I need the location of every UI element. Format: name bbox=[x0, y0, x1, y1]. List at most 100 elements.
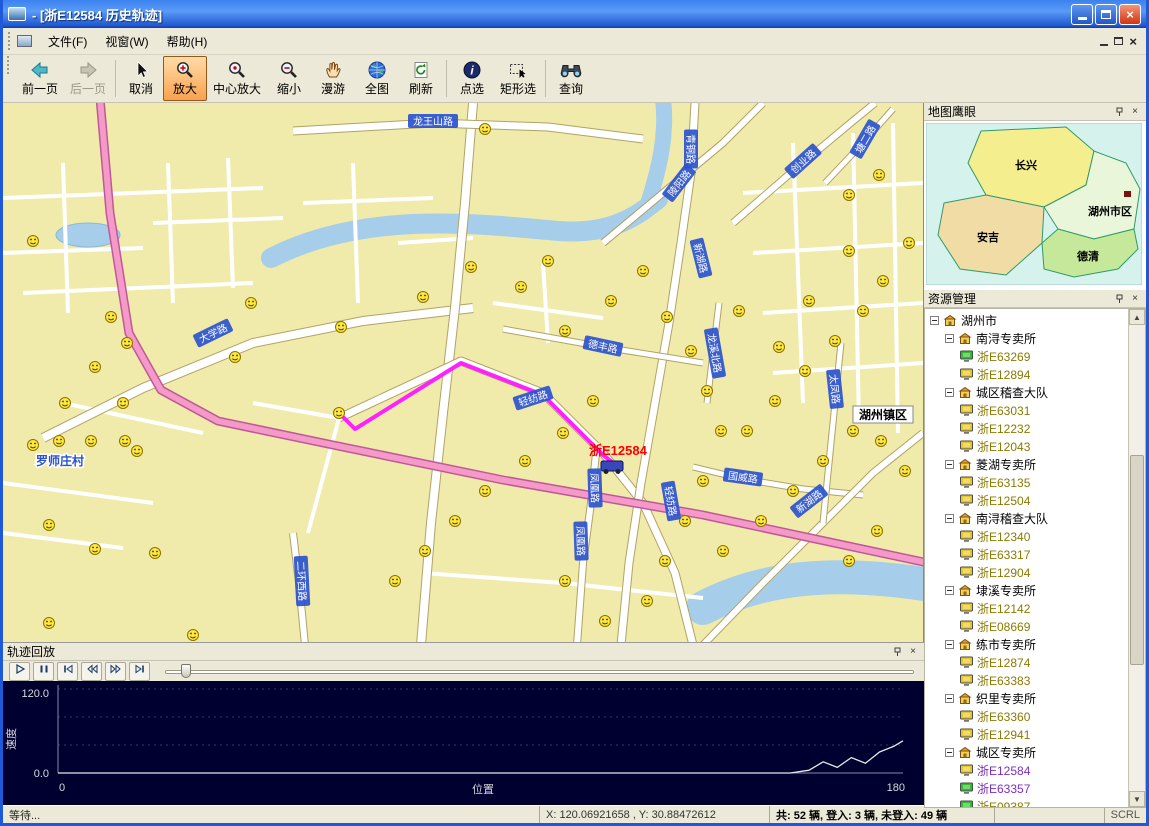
vehicle-marker[interactable] bbox=[466, 262, 477, 273]
tree-collapse-icon[interactable] bbox=[945, 586, 954, 595]
tree-scrollbar[interactable]: ▲ ▼ bbox=[1128, 309, 1145, 807]
tree-group[interactable]: 南浔专卖所 bbox=[927, 329, 1128, 347]
toolbar-button-zoom-center[interactable]: 中心放大 bbox=[207, 56, 267, 101]
menu-file[interactable]: 文件(F) bbox=[39, 29, 96, 54]
vehicle-marker[interactable] bbox=[876, 436, 887, 447]
vehicle-marker[interactable] bbox=[770, 396, 781, 407]
scroll-down-icon[interactable]: ▼ bbox=[1129, 791, 1145, 807]
vehicle-marker[interactable] bbox=[858, 306, 869, 317]
toolbar-button-cancel[interactable]: 取消 bbox=[119, 56, 163, 101]
menubar-grip[interactable] bbox=[8, 32, 12, 50]
tree-vehicle[interactable]: 浙E12142 bbox=[927, 599, 1128, 617]
tree-vehicle[interactable]: 浙E63360 bbox=[927, 707, 1128, 725]
vehicle-marker[interactable] bbox=[516, 282, 527, 293]
vehicle-marker[interactable] bbox=[638, 266, 649, 277]
toolbar-button-refresh[interactable]: 刷新 bbox=[399, 56, 443, 101]
vehicle-marker[interactable] bbox=[844, 556, 855, 567]
tree-root-city[interactable]: 湖州市 bbox=[927, 311, 1128, 329]
vehicle-marker[interactable] bbox=[900, 466, 911, 477]
tree-collapse-icon[interactable] bbox=[945, 460, 954, 469]
vehicle-marker[interactable] bbox=[662, 312, 673, 323]
pin-icon[interactable] bbox=[1112, 105, 1126, 118]
tree-group[interactable]: 城区专卖所 bbox=[927, 743, 1128, 761]
minimize-button[interactable] bbox=[1071, 4, 1093, 25]
tree-vehicle[interactable]: 浙E63269 bbox=[927, 347, 1128, 365]
vehicle-marker[interactable] bbox=[543, 256, 554, 267]
tree-group[interactable]: 南浔稽查大队 bbox=[927, 509, 1128, 527]
pin-icon[interactable] bbox=[890, 645, 904, 658]
tree-group[interactable]: 菱湖专卖所 bbox=[927, 455, 1128, 473]
playback-rewind-button[interactable] bbox=[81, 662, 102, 681]
slider-track[interactable] bbox=[165, 670, 914, 674]
vehicle-marker[interactable] bbox=[28, 440, 39, 451]
tree-vehicle[interactable]: 浙E63357 bbox=[927, 779, 1128, 797]
vehicle-marker[interactable] bbox=[390, 576, 401, 587]
close-icon[interactable]: × bbox=[906, 645, 920, 658]
vehicle-marker[interactable] bbox=[560, 576, 571, 587]
toolbar-button-full-map[interactable]: 全图 bbox=[355, 56, 399, 101]
tree-vehicle[interactable]: 浙E63317 bbox=[927, 545, 1128, 563]
tree-vehicle[interactable]: 浙E12340 bbox=[927, 527, 1128, 545]
tree-vehicle[interactable]: 浙E12504 bbox=[927, 491, 1128, 509]
vehicle-marker[interactable] bbox=[878, 276, 889, 287]
vehicle-marker[interactable] bbox=[480, 486, 491, 497]
vehicle-marker[interactable] bbox=[904, 238, 915, 249]
toolbar-button-query[interactable]: 查询 bbox=[549, 56, 593, 101]
vehicle-marker[interactable] bbox=[830, 336, 841, 347]
vehicle-marker[interactable] bbox=[642, 596, 653, 607]
vehicle-marker[interactable] bbox=[520, 456, 531, 467]
toolbar-button-rect-select[interactable]: 矩形选 bbox=[494, 56, 542, 101]
vehicle-marker[interactable] bbox=[600, 616, 611, 627]
toolbar-grip[interactable] bbox=[7, 56, 11, 74]
vehicle-marker[interactable] bbox=[788, 486, 799, 497]
vehicle-marker[interactable] bbox=[106, 312, 117, 323]
tree-group[interactable]: 埭溪专卖所 bbox=[927, 581, 1128, 599]
vehicle-marker[interactable] bbox=[588, 396, 599, 407]
vehicle-marker[interactable] bbox=[54, 436, 65, 447]
vehicle-marker[interactable] bbox=[122, 338, 133, 349]
vehicle-marker[interactable] bbox=[150, 548, 161, 559]
scrollbar-thumb[interactable] bbox=[1130, 455, 1144, 665]
overview-map[interactable]: 长兴 湖州市区 安吉 德清 bbox=[926, 123, 1142, 285]
vehicle-marker[interactable] bbox=[698, 476, 709, 487]
menu-help[interactable]: 帮助(H) bbox=[158, 29, 217, 54]
tree-vehicle[interactable]: 浙E09387 bbox=[927, 797, 1128, 808]
scrollbar-track[interactable] bbox=[1129, 325, 1145, 791]
playback-pause-button[interactable] bbox=[33, 662, 54, 681]
vehicle-marker[interactable] bbox=[848, 426, 859, 437]
toolbar-button-zoom-in[interactable]: 放大 bbox=[163, 56, 207, 101]
tree-group[interactable]: 织里专卖所 bbox=[927, 689, 1128, 707]
vehicle-marker[interactable] bbox=[660, 556, 671, 567]
vehicle-marker[interactable] bbox=[804, 296, 815, 307]
vehicle-marker[interactable] bbox=[560, 326, 571, 337]
playback-slider[interactable] bbox=[165, 662, 914, 681]
vehicle-marker[interactable] bbox=[86, 436, 97, 447]
close-icon[interactable]: × bbox=[1128, 292, 1142, 305]
tree-vehicle[interactable]: 浙E12894 bbox=[927, 365, 1128, 383]
mdi-restore-icon[interactable] bbox=[1114, 37, 1123, 45]
title-bar[interactable]: - [浙E12584 历史轨迹] × bbox=[3, 0, 1146, 28]
slider-thumb[interactable] bbox=[181, 664, 191, 678]
tree-collapse-icon[interactable] bbox=[945, 334, 954, 343]
tree-vehicle[interactable]: 浙E63031 bbox=[927, 401, 1128, 419]
vehicle-marker[interactable] bbox=[188, 630, 199, 641]
tree-vehicle[interactable]: 浙E12904 bbox=[927, 563, 1128, 581]
mdi-minimize-icon[interactable] bbox=[1100, 44, 1108, 46]
tree-collapse-icon[interactable] bbox=[945, 748, 954, 757]
tree-collapse-icon[interactable] bbox=[930, 316, 939, 325]
vehicle-marker[interactable] bbox=[718, 546, 729, 557]
tree-vehicle[interactable]: 浙E12941 bbox=[927, 725, 1128, 743]
close-button[interactable]: × bbox=[1119, 4, 1141, 25]
vehicle-marker[interactable] bbox=[756, 516, 767, 527]
toolbar-button-zoom-out[interactable]: 缩小 bbox=[267, 56, 311, 101]
vehicle-marker[interactable] bbox=[774, 342, 785, 353]
vehicle-marker[interactable] bbox=[606, 296, 617, 307]
vehicle-marker[interactable] bbox=[874, 170, 885, 181]
vehicle-marker[interactable] bbox=[420, 546, 431, 557]
tree-vehicle[interactable]: 浙E12874 bbox=[927, 653, 1128, 671]
playback-play-button[interactable] bbox=[9, 662, 30, 681]
vehicle-marker[interactable] bbox=[118, 398, 129, 409]
menu-window[interactable]: 视窗(W) bbox=[96, 29, 157, 54]
vehicle-marker[interactable] bbox=[844, 246, 855, 257]
tree-collapse-icon[interactable] bbox=[945, 694, 954, 703]
